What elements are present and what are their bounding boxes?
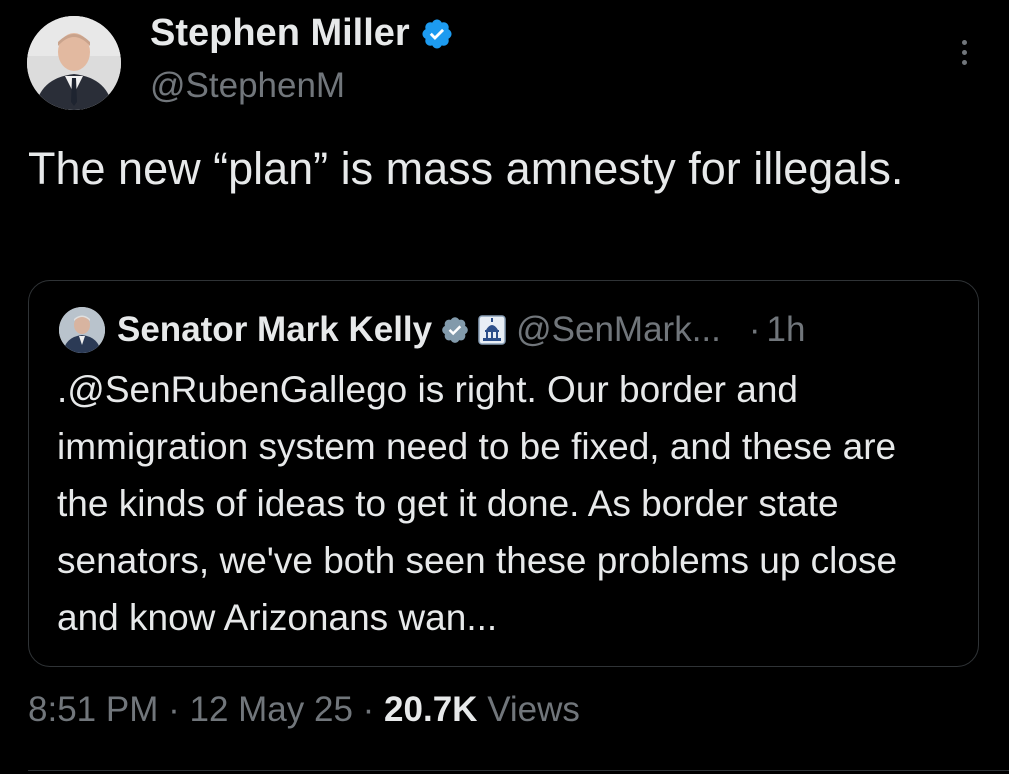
- verified-badge-icon: [422, 18, 452, 49]
- views-count: 20.7K: [384, 690, 478, 729]
- quoted-separator: ·: [748, 310, 761, 349]
- quoted-tweet-text: .@SenRubenGallego is right. Our border a…: [57, 369, 898, 638]
- author-name-row[interactable]: Stephen Miller: [150, 12, 454, 55]
- meta-separator: ·: [168, 690, 180, 729]
- capitol-building-icon: [478, 315, 506, 345]
- government-verified-badge-icon: [442, 317, 468, 343]
- tweet-meta: 8:51 PM · 12 May 25 · 20.7K Views: [28, 690, 580, 730]
- quoted-timestamp: 1h: [766, 310, 806, 349]
- quoted-author-avatar: [59, 307, 105, 353]
- quoted-avatar-image: [59, 307, 105, 353]
- tweet: Stephen Miller @StephenM The new “plan” …: [0, 0, 1009, 774]
- more-dot: [961, 49, 967, 55]
- quoted-tweet-header: Senator Mark Kelly @SenMark... · 1h: [59, 305, 805, 355]
- author-avatar-image: [27, 16, 121, 110]
- quoted-author-name: Senator Mark Kelly: [117, 310, 433, 349]
- quoted-author-handle: @SenMark...: [516, 310, 721, 349]
- tweet-time[interactable]: 8:51 PM: [28, 690, 158, 729]
- author-handle[interactable]: @StephenM: [150, 66, 345, 106]
- author-name[interactable]: Stephen Miller: [150, 12, 410, 55]
- tweet-date[interactable]: 12 May 25: [189, 690, 352, 729]
- quoted-tweet[interactable]: Senator Mark Kelly @SenMark... · 1h .@Se…: [28, 280, 979, 667]
- more-dot: [961, 39, 967, 45]
- more-dot: [961, 59, 967, 65]
- tweet-text: The new “plan” is mass amnesty for illeg…: [28, 143, 904, 194]
- more-options-icon[interactable]: [946, 34, 982, 70]
- views-label: Views: [487, 690, 580, 729]
- meta-separator: ·: [362, 690, 375, 729]
- author-avatar[interactable]: [27, 16, 121, 110]
- divider: [28, 770, 1009, 771]
